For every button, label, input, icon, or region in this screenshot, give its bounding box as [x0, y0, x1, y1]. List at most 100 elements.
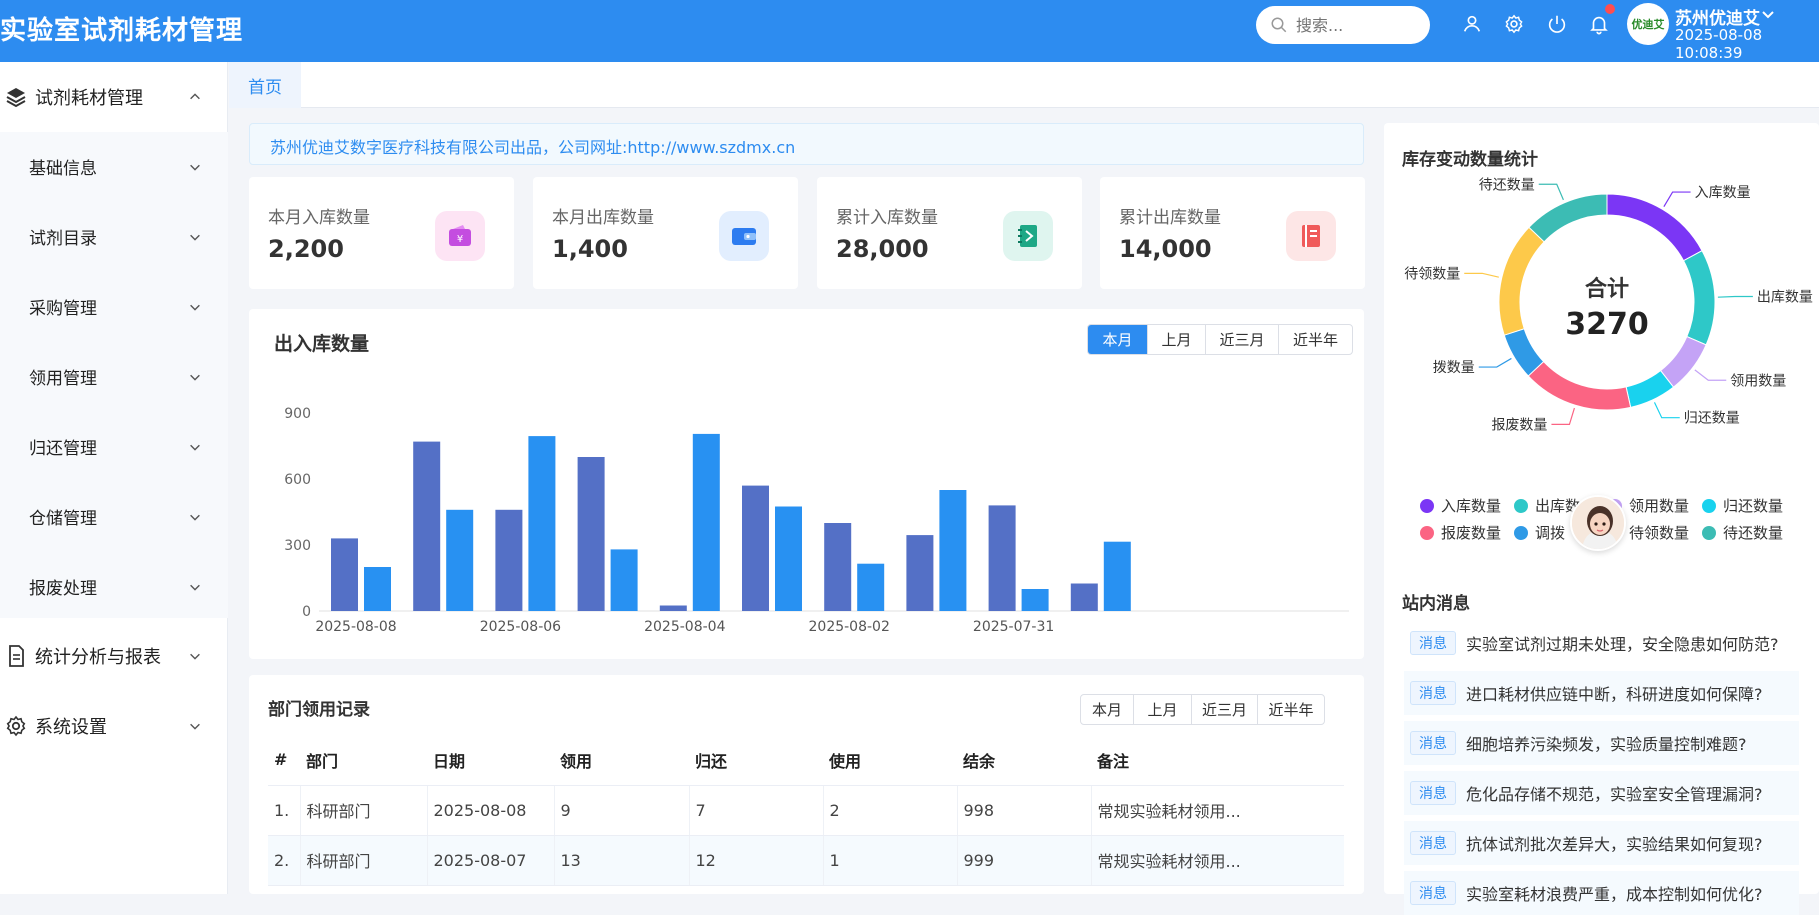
sidebar-group-statistics[interactable]: 统计分析与报表 [0, 621, 228, 691]
legend-swatch [1514, 498, 1528, 513]
bar[interactable] [364, 567, 391, 611]
sidebar: 试剂耗材管理 基础信息 试剂目录 采购管理 领用管理 归还管理 仓储管理 报废处… [0, 62, 228, 894]
message-item[interactable]: 消息 危化品存储不规范，实验室安全管理漏洞? [1404, 771, 1799, 815]
table-row[interactable]: 1. 科研部门 2025-08-08 9 7 2 998 常规实验耗材领用... [268, 785, 1344, 836]
tab-bar: 首页 [229, 62, 1819, 108]
sidebar-group-label: 统计分析与报表 [35, 647, 161, 668]
bar[interactable] [824, 523, 852, 611]
legend-item[interactable]: 报废数量 [1420, 522, 1501, 543]
range-last-6-months[interactable]: 近半年 [1257, 695, 1324, 724]
bar[interactable] [528, 436, 556, 611]
message-tag: 消息 [1410, 631, 1456, 655]
bar[interactable] [742, 485, 769, 611]
legend-item[interactable]: 入库数量 [1420, 495, 1501, 516]
sidebar-item-catalog[interactable]: 试剂目录 [0, 202, 228, 272]
legend-label: 待领数量 [1629, 524, 1690, 542]
table-cell: 7 [689, 785, 824, 836]
range-this-month[interactable]: 本月 [1081, 695, 1133, 724]
bar[interactable] [659, 605, 687, 612]
sidebar-item-disposal[interactable]: 报废处理 [0, 552, 228, 622]
stat-label: 本月出库数量 [552, 208, 654, 228]
document-icon [9, 645, 24, 667]
legend-item[interactable]: 出库数 [1514, 495, 1580, 516]
current-datetime: 2025-08-08 10:08:39 [1675, 26, 1763, 62]
stat-card-total-in: 累计入库数量 28,000 [817, 177, 1082, 289]
bar[interactable] [610, 549, 638, 611]
chevron-down-icon [190, 444, 200, 451]
label-leader-line [1694, 369, 1727, 381]
notification-badge [1605, 4, 1615, 14]
stat-label: 累计出库数量 [1119, 208, 1221, 228]
label-leader-line [1551, 407, 1576, 425]
bar[interactable] [775, 506, 802, 612]
power-icon[interactable] [1546, 13, 1568, 35]
bell-icon[interactable] [1588, 13, 1610, 35]
message-item[interactable]: 消息 实验室耗材浪费严重，成本控制如何优化? [1404, 871, 1799, 915]
donut-slice[interactable] [1527, 360, 1632, 411]
message-item[interactable]: 消息 进口耗材供应链中断，科研进度如何保障? [1404, 671, 1799, 715]
search-box[interactable] [1256, 6, 1430, 44]
bar[interactable] [1103, 541, 1131, 611]
bar[interactable] [446, 509, 474, 611]
column-header: 结余 [957, 735, 1091, 786]
tab-home[interactable]: 首页 [229, 62, 301, 108]
bar[interactable] [577, 457, 605, 611]
slice-label: 待领数量 [1404, 266, 1460, 282]
sidebar-item-basic-info[interactable]: 基础信息 [0, 132, 228, 202]
settings-icon[interactable] [1503, 13, 1525, 35]
range-last-3-months[interactable]: 近三月 [1191, 695, 1257, 724]
bar[interactable] [692, 433, 720, 611]
bar[interactable] [988, 505, 1016, 611]
table-cell: 998 [957, 785, 1092, 836]
legend-swatch [1702, 498, 1716, 513]
sidebar-group-settings[interactable]: 系统设置 [0, 691, 228, 761]
chevron-down-icon[interactable] [1760, 6, 1776, 22]
table-cell: 2025-08-07 [427, 835, 555, 886]
message-text: 危化品存储不规范，实验室安全管理漏洞? [1466, 785, 1763, 804]
label-leader-line [1653, 402, 1680, 419]
legend-item[interactable]: 调拨 [1514, 522, 1565, 543]
bar[interactable] [857, 563, 885, 611]
bar[interactable] [906, 535, 934, 611]
table-row[interactable]: 2. 科研部门 2025-08-07 13 12 1 999 常规实验耗材领用.… [268, 835, 1344, 886]
avatar-logo-text: 优迪艾 [1631, 18, 1665, 31]
bar[interactable] [1070, 583, 1098, 612]
bar[interactable] [1021, 589, 1049, 611]
search-input[interactable] [1296, 15, 1416, 35]
y-tick-label: 600 [284, 472, 311, 488]
bar[interactable] [413, 441, 441, 611]
range-last-3-months[interactable]: 近三月 [1205, 325, 1278, 354]
range-this-month[interactable]: 本月 [1088, 325, 1147, 354]
message-item[interactable]: 消息 细胞培养污染频发，实验质量控制难题? [1404, 721, 1799, 765]
legend-item[interactable]: 归还数量 [1702, 495, 1783, 516]
sidebar-item-label: 仓储管理 [29, 509, 97, 529]
x-tick-label: 2025-08-02 [809, 619, 890, 635]
donut-slice[interactable] [1682, 250, 1716, 346]
notebook-icon [1003, 211, 1053, 261]
sidebar-item-return[interactable]: 归还管理 [0, 412, 228, 482]
donut-slice[interactable] [1528, 193, 1608, 243]
message-item[interactable]: 消息 实验室试剂过期未处理，安全隐患如何防范? [1404, 621, 1799, 665]
x-tick-label: 2025-07-31 [973, 619, 1054, 635]
user-icon[interactable] [1461, 13, 1483, 35]
legend-item[interactable]: 待还数量 [1702, 522, 1783, 543]
message-item[interactable]: 消息 抗体试剂批次差异大，实验结果如何复现? [1404, 821, 1799, 865]
bar[interactable] [331, 538, 358, 611]
legend-label: 领用数量 [1629, 497, 1690, 515]
sidebar-group-reagents[interactable]: 试剂耗材管理 [0, 62, 228, 132]
assistant-avatar[interactable] [1570, 495, 1626, 551]
donut-slice[interactable] [1498, 226, 1545, 336]
label-leader-line [1717, 295, 1753, 298]
range-last-month[interactable]: 上月 [1147, 325, 1205, 354]
donut-slice[interactable] [1606, 193, 1703, 262]
range-last-month[interactable]: 上月 [1133, 695, 1191, 724]
message-text: 进口耗材供应链中断，科研进度如何保障? [1466, 685, 1763, 704]
sidebar-item-purchase[interactable]: 采购管理 [0, 272, 228, 342]
avatar[interactable]: 优迪艾 [1627, 3, 1669, 45]
bar[interactable] [495, 509, 523, 611]
stat-label: 本月入库数量 [268, 208, 370, 228]
bar[interactable] [939, 490, 967, 611]
sidebar-item-warehouse[interactable]: 仓储管理 [0, 482, 228, 552]
sidebar-item-requisition[interactable]: 领用管理 [0, 342, 228, 412]
range-last-6-months[interactable]: 近半年 [1278, 325, 1352, 354]
